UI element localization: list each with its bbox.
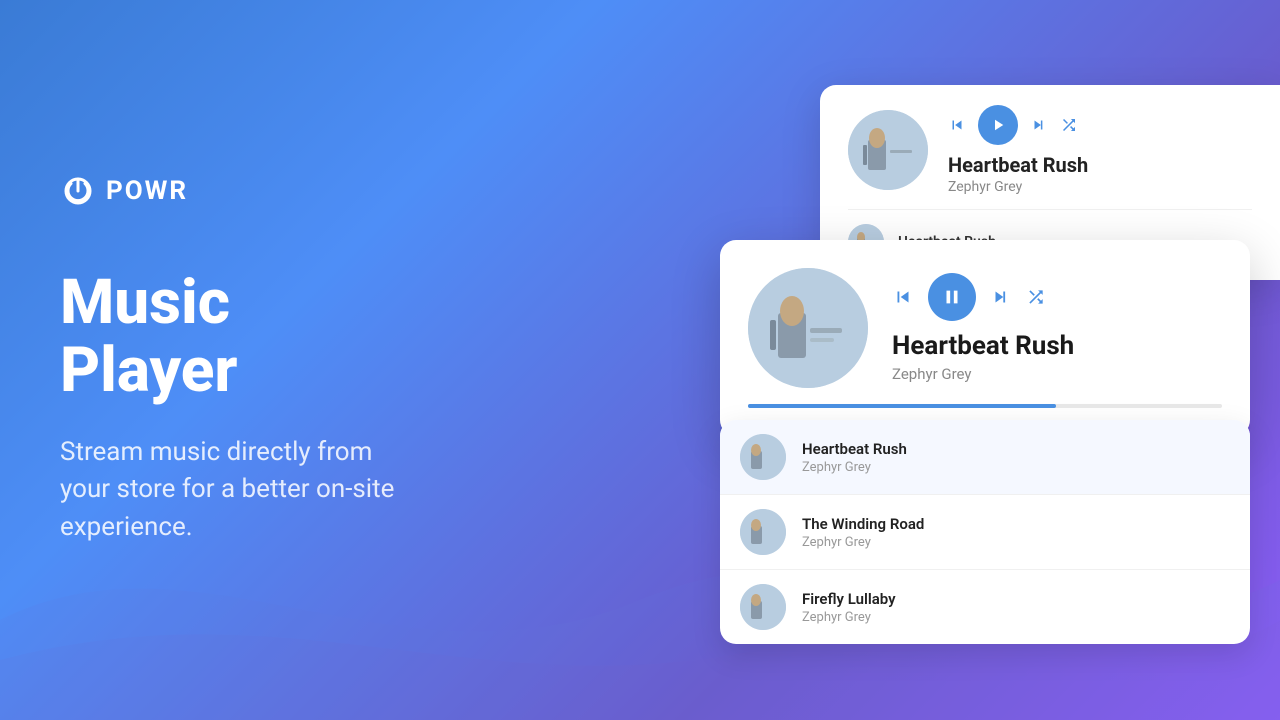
pause-button[interactable] (928, 273, 976, 321)
playlist-artist-1: Zephyr Grey (802, 460, 907, 475)
playlist-item-3[interactable]: Firefly Lullaby Zephyr Grey (720, 570, 1250, 644)
skip-forward-button-2[interactable] (990, 286, 1012, 308)
logo-text: POWR (106, 176, 188, 206)
track-title-compact: Heartbeat Rush (948, 153, 1252, 177)
playlist-artist-3: Zephyr Grey (802, 610, 896, 625)
track-title-main: Heartbeat Rush (892, 331, 1222, 362)
shuffle-button[interactable] (1060, 116, 1078, 134)
skip-back-button[interactable] (948, 116, 966, 134)
logo: POWR (60, 173, 420, 209)
playlist-panel: Heartbeat Rush Zephyr Grey The Winding R… (720, 420, 1250, 644)
skip-forward-button[interactable] (1030, 116, 1048, 134)
right-panel: Heartbeat Rush Zephyr Grey Heartbeat Rus… (480, 0, 1280, 720)
controls-row-1 (948, 105, 1252, 145)
playlist-track-name-3: Firefly Lullaby (802, 590, 896, 608)
playlist-item-1[interactable]: Heartbeat Rush Zephyr Grey (720, 420, 1250, 495)
skip-back-button-2[interactable] (892, 286, 914, 308)
playlist-artist-2: Zephyr Grey (802, 535, 924, 550)
playlist-thumb-1 (740, 434, 786, 480)
left-panel: POWR Music Player Stream music directly … (0, 113, 480, 606)
player-info-controls: Heartbeat Rush Zephyr Grey (948, 105, 1252, 195)
panel2-track-info: Heartbeat Rush Zephyr Grey (892, 273, 1222, 383)
play-button[interactable] (978, 105, 1018, 145)
playlist-thumb-3 (740, 584, 786, 630)
page-title: Music Player (60, 269, 420, 405)
track-artist-compact: Zephyr Grey (948, 179, 1252, 195)
progress-fill (748, 404, 1056, 408)
album-art-large (748, 268, 868, 388)
playlist-item-2[interactable]: The Winding Road Zephyr Grey (720, 495, 1250, 570)
power-icon (60, 173, 96, 209)
controls-row-2 (892, 273, 1222, 321)
main-content: POWR Music Player Stream music directly … (0, 0, 1280, 720)
album-art-small (848, 110, 928, 190)
track-artist-main: Zephyr Grey (892, 365, 1222, 383)
hero-description: Stream music directly from your store fo… (60, 434, 420, 547)
playlist-thumb-2 (740, 509, 786, 555)
player-panel-main: Heartbeat Rush Zephyr Grey (720, 240, 1250, 436)
progress-bar[interactable] (748, 404, 1222, 408)
shuffle-button-2[interactable] (1026, 287, 1046, 307)
playlist-track-name-1: Heartbeat Rush (802, 440, 907, 458)
playlist-track-name-2: The Winding Road (802, 515, 924, 533)
